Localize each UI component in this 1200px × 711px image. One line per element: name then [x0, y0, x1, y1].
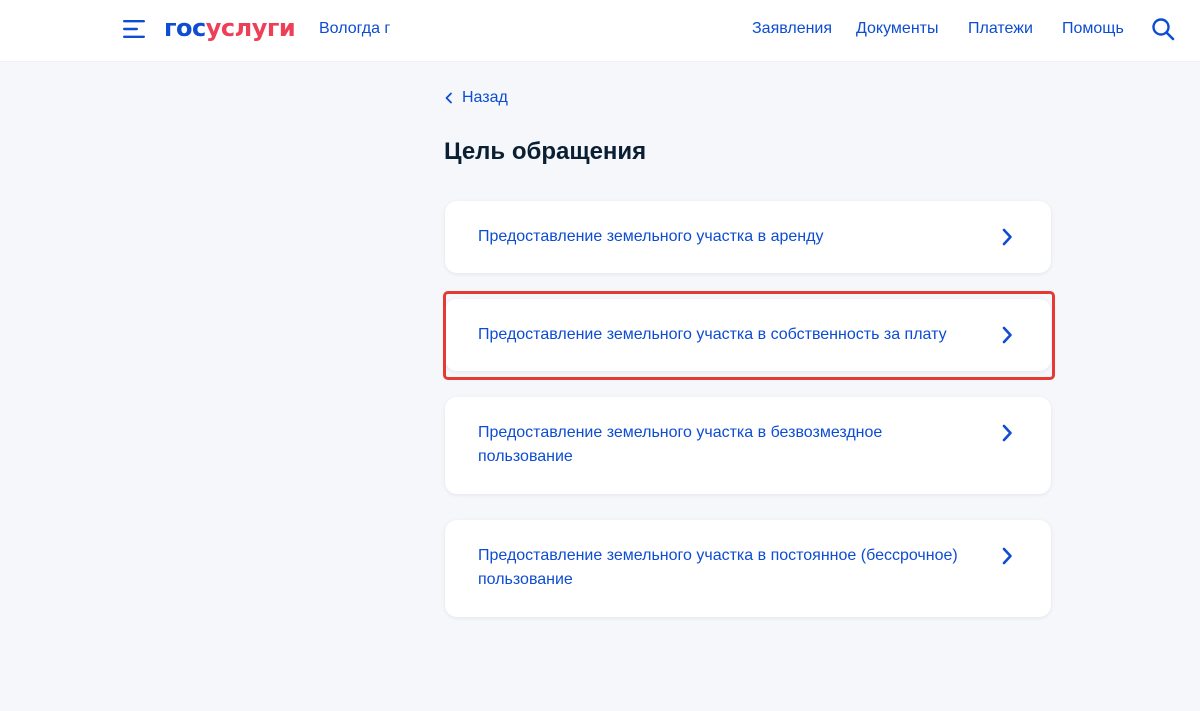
chevron-right-icon: [1002, 326, 1012, 344]
chevron-right-icon: [1002, 228, 1012, 246]
option-card-free-use[interactable]: Предоставление земельного участка в безв…: [445, 397, 1051, 494]
nav-documents[interactable]: Документы: [856, 19, 938, 39]
chevron-left-icon: [445, 92, 452, 104]
option-label: Предоставление земельного участка в собс…: [478, 326, 947, 343]
logo-part-gos: гос: [164, 14, 206, 42]
menu-icon[interactable]: [123, 19, 145, 39]
nav-applications[interactable]: Заявления: [752, 19, 832, 39]
region-selector[interactable]: Вологда г: [319, 19, 390, 39]
back-link[interactable]: Назад: [444, 87, 508, 109]
chevron-right-icon: [1002, 424, 1012, 442]
gosuslugi-logo[interactable]: госуслуги: [164, 13, 296, 43]
option-card-ownership-paid[interactable]: Предоставление земельного участка в собс…: [445, 299, 1051, 371]
nav-payments[interactable]: Платежи: [968, 19, 1033, 39]
logo-part-uslugi: услуги: [205, 14, 296, 42]
option-label: Предоставление земельного участка в арен…: [478, 228, 824, 245]
option-label: Предоставление земельного участка в безв…: [478, 424, 883, 465]
header: госуслуги Вологда г Заявления Документы …: [0, 0, 1200, 62]
option-card-rent[interactable]: Предоставление земельного участка в арен…: [445, 201, 1051, 273]
page-title: Цель обращения: [444, 138, 647, 165]
back-label: Назад: [462, 89, 508, 106]
chevron-right-icon: [1002, 547, 1012, 565]
option-card-permanent-use[interactable]: Предоставление земельного участка в пост…: [445, 520, 1051, 617]
search-icon[interactable]: [1151, 17, 1175, 41]
nav-help[interactable]: Помощь: [1062, 19, 1124, 39]
option-label: Предоставление земельного участка в пост…: [478, 547, 958, 588]
